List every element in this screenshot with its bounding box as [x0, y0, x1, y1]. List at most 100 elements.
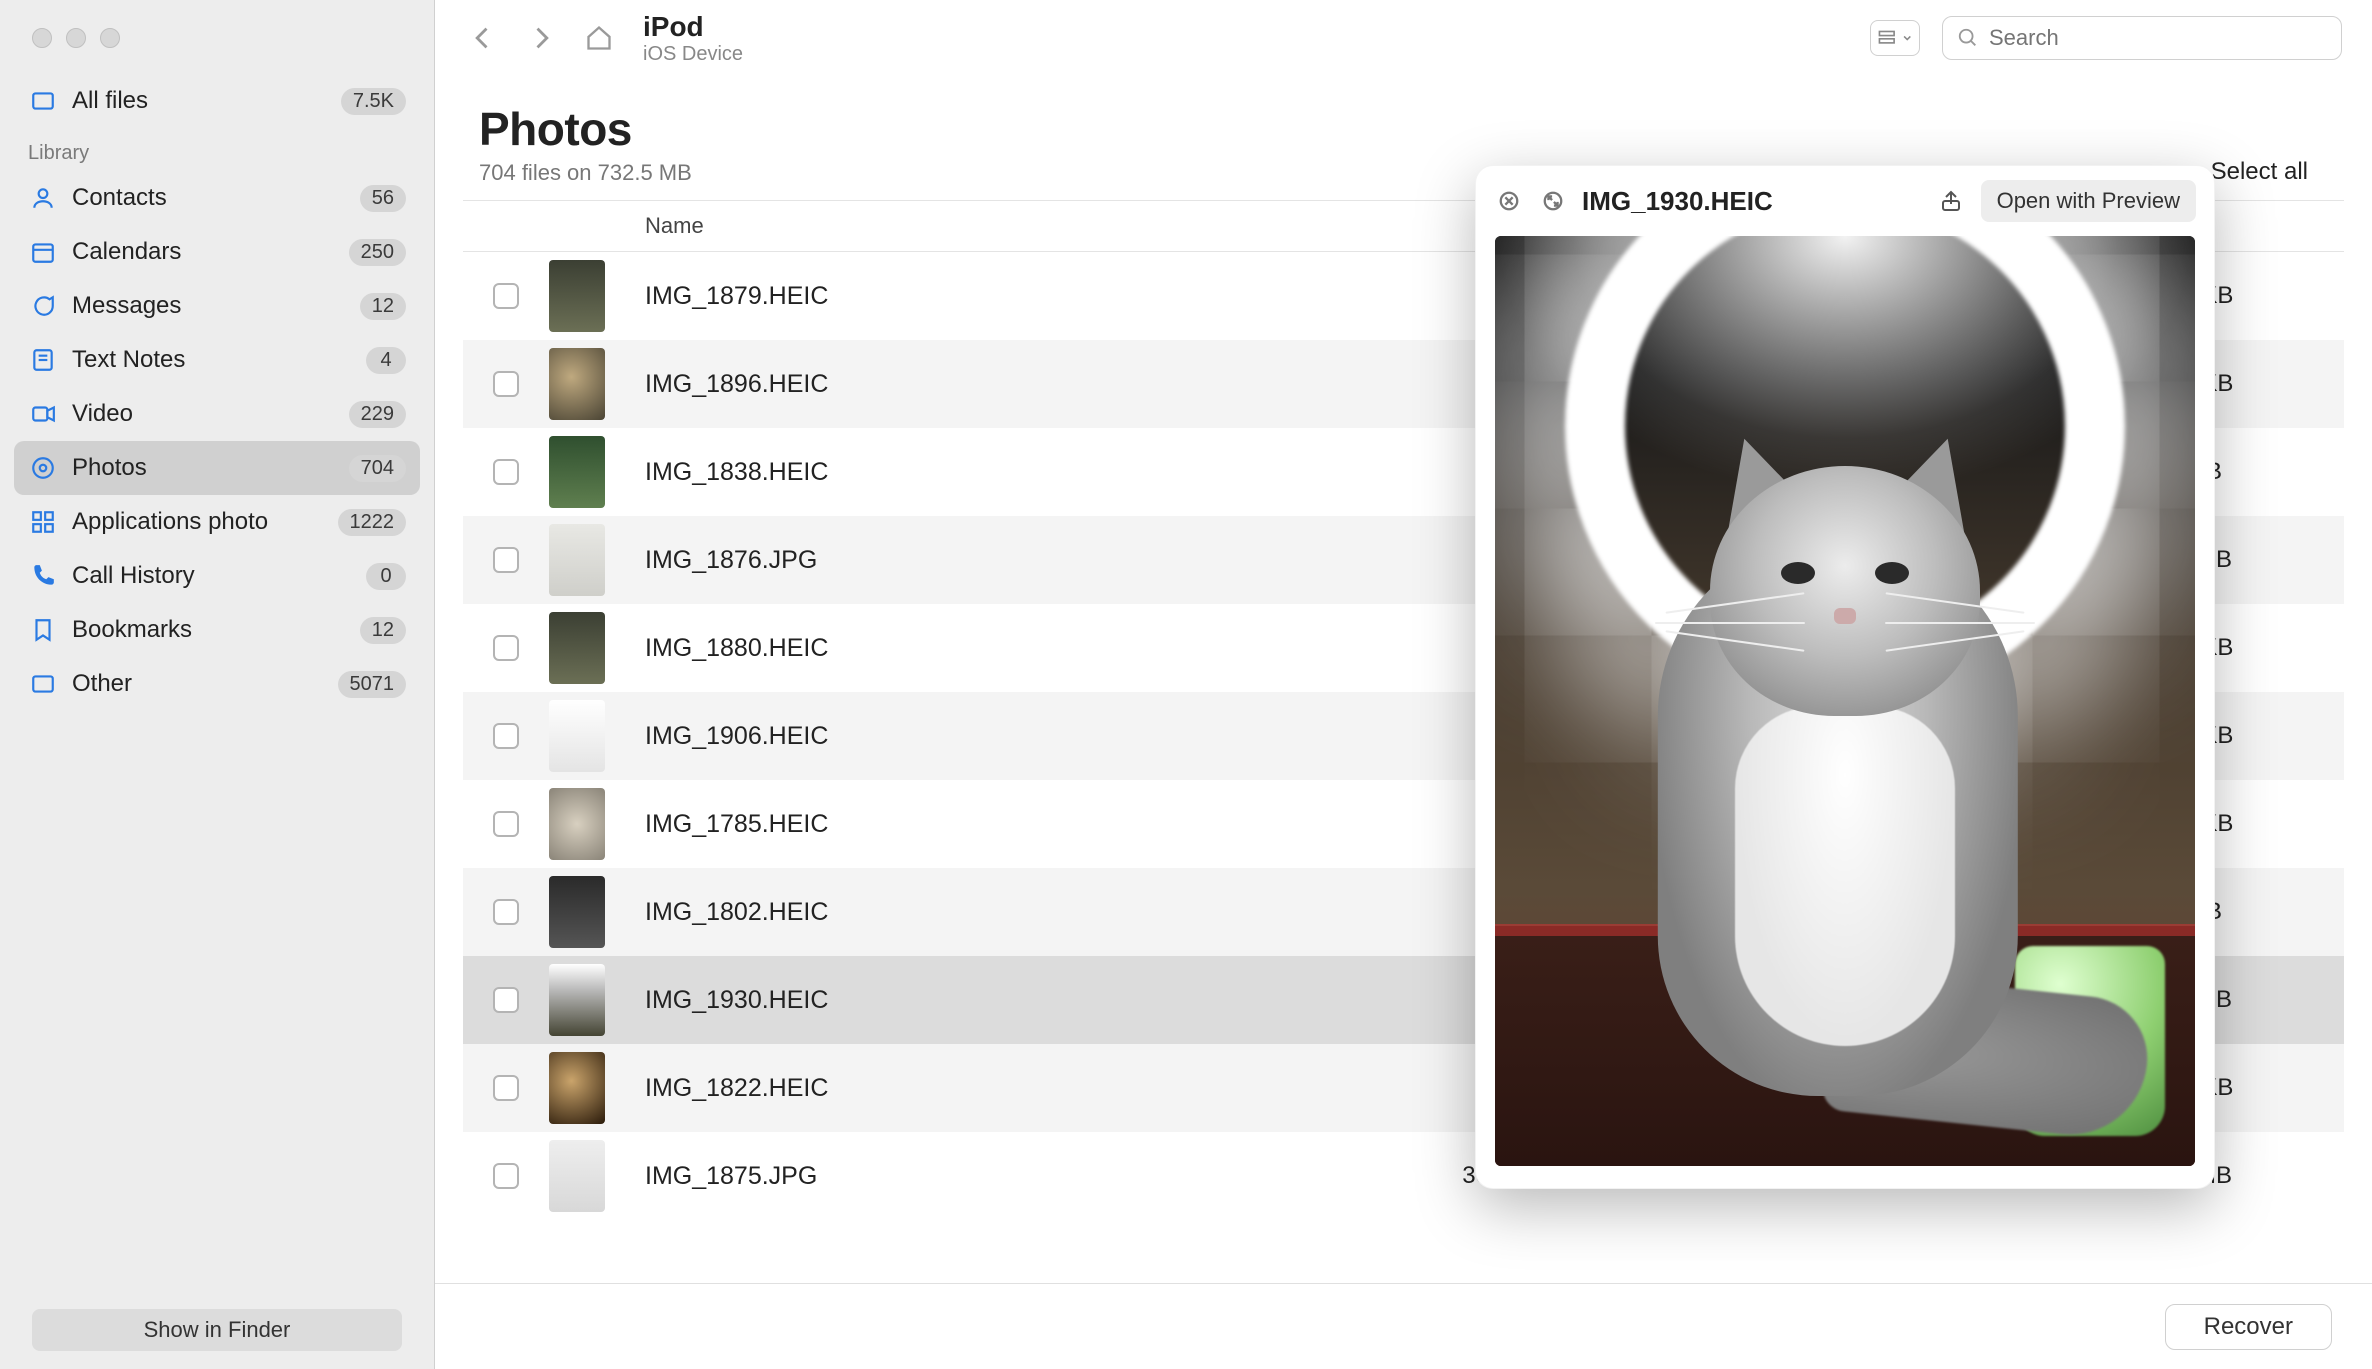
sidebar: All files 7.5K Library Contacts56Calenda…	[0, 0, 434, 1369]
device-subtitle: iOS Device	[643, 43, 743, 66]
sidebar-item-other[interactable]: Other 5071	[14, 657, 420, 711]
video-icon	[28, 401, 58, 427]
thumbnail	[549, 436, 605, 508]
sidebar-item-count: 56	[360, 185, 406, 212]
row-checkbox[interactable]	[493, 1075, 519, 1101]
row-checkbox[interactable]	[493, 811, 519, 837]
calendars-icon	[28, 239, 58, 265]
sidebar-item-all-files[interactable]: All files 7.5K	[14, 74, 420, 128]
contacts-icon	[28, 185, 58, 211]
sidebar-item-count: 229	[349, 401, 406, 428]
files-icon	[28, 88, 58, 114]
row-checkbox[interactable]	[493, 283, 519, 309]
sidebar-item-callhist[interactable]: Call History 0	[14, 549, 420, 603]
sidebar-item-label: Text Notes	[72, 346, 352, 374]
sidebar-item-count: 5071	[338, 671, 407, 698]
search-icon	[1957, 27, 1979, 49]
sidebar-item-count: 0	[366, 563, 406, 590]
search-field[interactable]	[1942, 16, 2342, 60]
photos-icon	[28, 455, 58, 481]
sidebar-item-appsphoto[interactable]: Applications photo 1222	[14, 495, 420, 549]
sidebar-item-photos[interactable]: Photos 704	[14, 441, 420, 495]
sidebar-item-label: Messages	[72, 292, 346, 320]
file-name: IMG_1785.HEIC	[645, 810, 828, 838]
thumbnail	[549, 612, 605, 684]
file-name: IMG_1838.HEIC	[645, 458, 828, 486]
row-checkbox[interactable]	[493, 635, 519, 661]
row-checkbox[interactable]	[493, 987, 519, 1013]
window-traffic-lights	[14, 14, 420, 74]
row-checkbox[interactable]	[493, 899, 519, 925]
fullscreen-window-button[interactable]	[100, 28, 120, 48]
appsphoto-icon	[28, 509, 58, 535]
file-name: IMG_1880.HEIC	[645, 634, 828, 662]
sidebar-item-count: 250	[349, 239, 406, 266]
toolbar: iPod iOS Device	[435, 0, 2372, 76]
sidebar-item-video[interactable]: Video 229	[14, 387, 420, 441]
preview-image	[1495, 236, 2195, 1166]
close-window-button[interactable]	[32, 28, 52, 48]
sidebar-item-count: 4	[366, 347, 406, 374]
minimize-window-button[interactable]	[66, 28, 86, 48]
file-name: IMG_1802.HEIC	[645, 898, 828, 926]
row-checkbox[interactable]	[493, 371, 519, 397]
view-mode-dropdown[interactable]	[1870, 20, 1920, 56]
home-button[interactable]	[581, 20, 617, 56]
open-with-preview-button[interactable]: Open with Preview	[1981, 180, 2196, 222]
sidebar-item-contacts[interactable]: Contacts 56	[14, 171, 420, 225]
page-title: Photos	[479, 102, 2211, 156]
footer-bar: Recover	[435, 1283, 2372, 1369]
breadcrumb: iPod iOS Device	[643, 11, 743, 66]
column-header-name[interactable]: Name	[625, 213, 1404, 239]
sidebar-item-bookmarks[interactable]: Bookmarks 12	[14, 603, 420, 657]
thumbnail	[549, 876, 605, 948]
file-name: IMG_1879.HEIC	[645, 282, 828, 310]
row-checkbox[interactable]	[493, 547, 519, 573]
file-name: IMG_1896.HEIC	[645, 370, 828, 398]
sidebar-item-label: Other	[72, 670, 324, 698]
thumbnail	[549, 1052, 605, 1124]
select-all-button[interactable]: Select all	[2211, 158, 2328, 186]
row-checkbox[interactable]	[493, 723, 519, 749]
sidebar-item-label: Applications photo	[72, 508, 324, 536]
row-checkbox[interactable]	[493, 1163, 519, 1189]
close-popover-button[interactable]	[1494, 186, 1524, 216]
sidebar-item-count: 12	[360, 293, 406, 320]
row-checkbox[interactable]	[493, 459, 519, 485]
sidebar-item-label: Photos	[72, 454, 335, 482]
sidebar-item-calendars[interactable]: Calendars250	[14, 225, 420, 279]
thumbnail	[549, 1140, 605, 1212]
device-title: iPod	[643, 11, 743, 43]
sidebar-item-count: 704	[349, 455, 406, 482]
file-name: IMG_1906.HEIC	[645, 722, 828, 750]
file-name: IMG_1876.JPG	[645, 546, 817, 574]
thumbnail	[549, 524, 605, 596]
bookmarks-icon	[28, 617, 58, 643]
sidebar-item-textnotes[interactable]: Text Notes 4	[14, 333, 420, 387]
sidebar-item-messages[interactable]: Messages 12	[14, 279, 420, 333]
share-button[interactable]	[1935, 185, 1967, 217]
file-name: IMG_1822.HEIC	[645, 1074, 828, 1102]
forward-button[interactable]	[523, 20, 559, 56]
sidebar-item-count: 1222	[338, 509, 407, 536]
file-name: IMG_1875.JPG	[645, 1162, 817, 1190]
sidebar-item-count: 12	[360, 617, 406, 644]
sidebar-item-count: 7.5K	[341, 88, 406, 115]
back-button[interactable]	[465, 20, 501, 56]
sidebar-item-label: Contacts	[72, 184, 346, 212]
popover-filename: IMG_1930.HEIC	[1582, 186, 1921, 217]
sidebar-item-label: Bookmarks	[72, 616, 346, 644]
messages-icon	[28, 293, 58, 319]
sidebar-item-label: Call History	[72, 562, 352, 590]
search-input[interactable]	[1989, 25, 2327, 51]
thumbnail	[549, 700, 605, 772]
sidebar-item-label: Video	[72, 400, 335, 428]
thumbnail	[549, 788, 605, 860]
show-in-finder-button[interactable]: Show in Finder	[32, 1309, 402, 1351]
thumbnail	[549, 348, 605, 420]
quicklook-popover: IMG_1930.HEIC Open with Preview	[1475, 165, 2215, 1189]
recover-button[interactable]: Recover	[2165, 1304, 2332, 1350]
textnotes-icon	[28, 347, 58, 373]
main-panel: iPod iOS Device Photos 704 files on 732.…	[434, 0, 2372, 1369]
expand-popover-button[interactable]	[1538, 186, 1568, 216]
